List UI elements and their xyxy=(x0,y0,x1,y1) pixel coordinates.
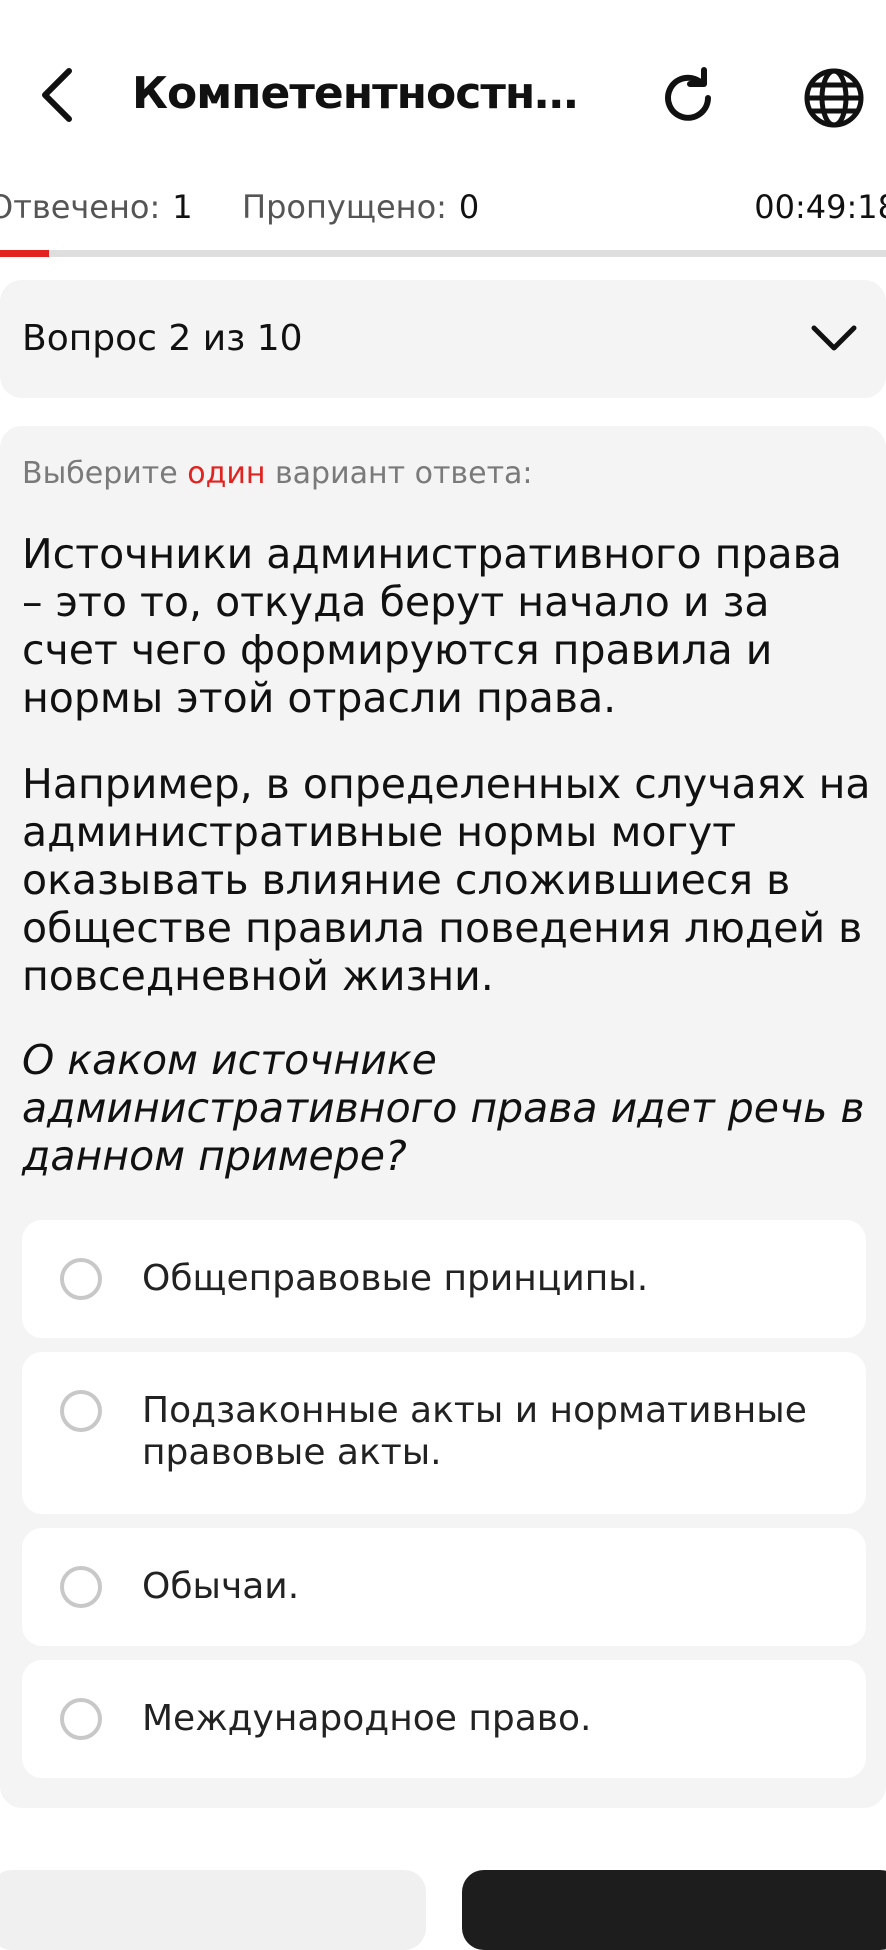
radio-button[interactable] xyxy=(60,1698,102,1740)
radio-button[interactable] xyxy=(60,1390,102,1432)
question-card: Выберите один вариант ответа: Источники … xyxy=(0,426,886,1808)
answer-option-label: Общеправовые принципы. xyxy=(142,1258,649,1299)
answer-option-label: Обычаи. xyxy=(142,1566,300,1607)
instruction-prefix: Выберите xyxy=(22,456,188,491)
answered-count: 1 xyxy=(172,188,193,226)
answer-option-label: Подзаконные акты и нормативные правовые … xyxy=(142,1390,807,1473)
reload-icon xyxy=(665,67,711,121)
timer: 00:49:18 xyxy=(754,188,886,226)
language-button[interactable] xyxy=(794,58,874,138)
answer-option[interactable]: Общеправовые принципы. xyxy=(22,1220,866,1338)
chevron-down-icon xyxy=(811,325,857,351)
question-prompt: О каком источнике административного прав… xyxy=(22,1036,865,1180)
question-paragraph: Источники административного права – это … xyxy=(22,530,842,722)
answer-instruction: Выберите один вариант ответа: xyxy=(22,456,533,491)
skipped-stat: Пропущено: 0 xyxy=(242,188,479,226)
progress-bar xyxy=(0,250,886,257)
page-title: Компетентностны... xyxy=(132,68,602,119)
instruction-suffix: вариант ответа: xyxy=(265,456,533,491)
globe-icon xyxy=(804,68,864,128)
answer-option[interactable]: Подзаконные акты и нормативные правовые … xyxy=(22,1352,866,1514)
question-paragraph: Например, в определенных случаях на адми… xyxy=(22,760,871,1000)
next-button[interactable] xyxy=(462,1870,886,1950)
skipped-count: 0 xyxy=(458,188,480,226)
progress-bar-fill xyxy=(0,250,49,257)
back-button[interactable] xyxy=(22,60,92,130)
answer-option-label: Международное право. xyxy=(142,1698,592,1739)
answered-stat: Отвечено: 1 xyxy=(0,188,193,226)
instruction-accent: один xyxy=(187,456,266,491)
top-bar: Компетентностны... xyxy=(0,0,886,190)
progress-stats: Отвечено: 1 Пропущено: 0 00:49:18 xyxy=(0,188,886,234)
answer-option[interactable]: Обычаи. xyxy=(22,1528,866,1646)
radio-button[interactable] xyxy=(60,1566,102,1608)
radio-button[interactable] xyxy=(60,1258,102,1300)
reload-button[interactable] xyxy=(648,58,728,138)
answer-option[interactable]: Международное право. xyxy=(22,1660,866,1778)
question-selector[interactable]: Вопрос 2 из 10 xyxy=(0,280,886,398)
answered-label: Отвечено: xyxy=(0,188,161,226)
question-number: Вопрос 2 из 10 xyxy=(22,318,303,359)
chevron-left-icon xyxy=(42,68,72,122)
skipped-label: Пропущено: xyxy=(242,188,447,226)
previous-button[interactable] xyxy=(0,1870,426,1950)
